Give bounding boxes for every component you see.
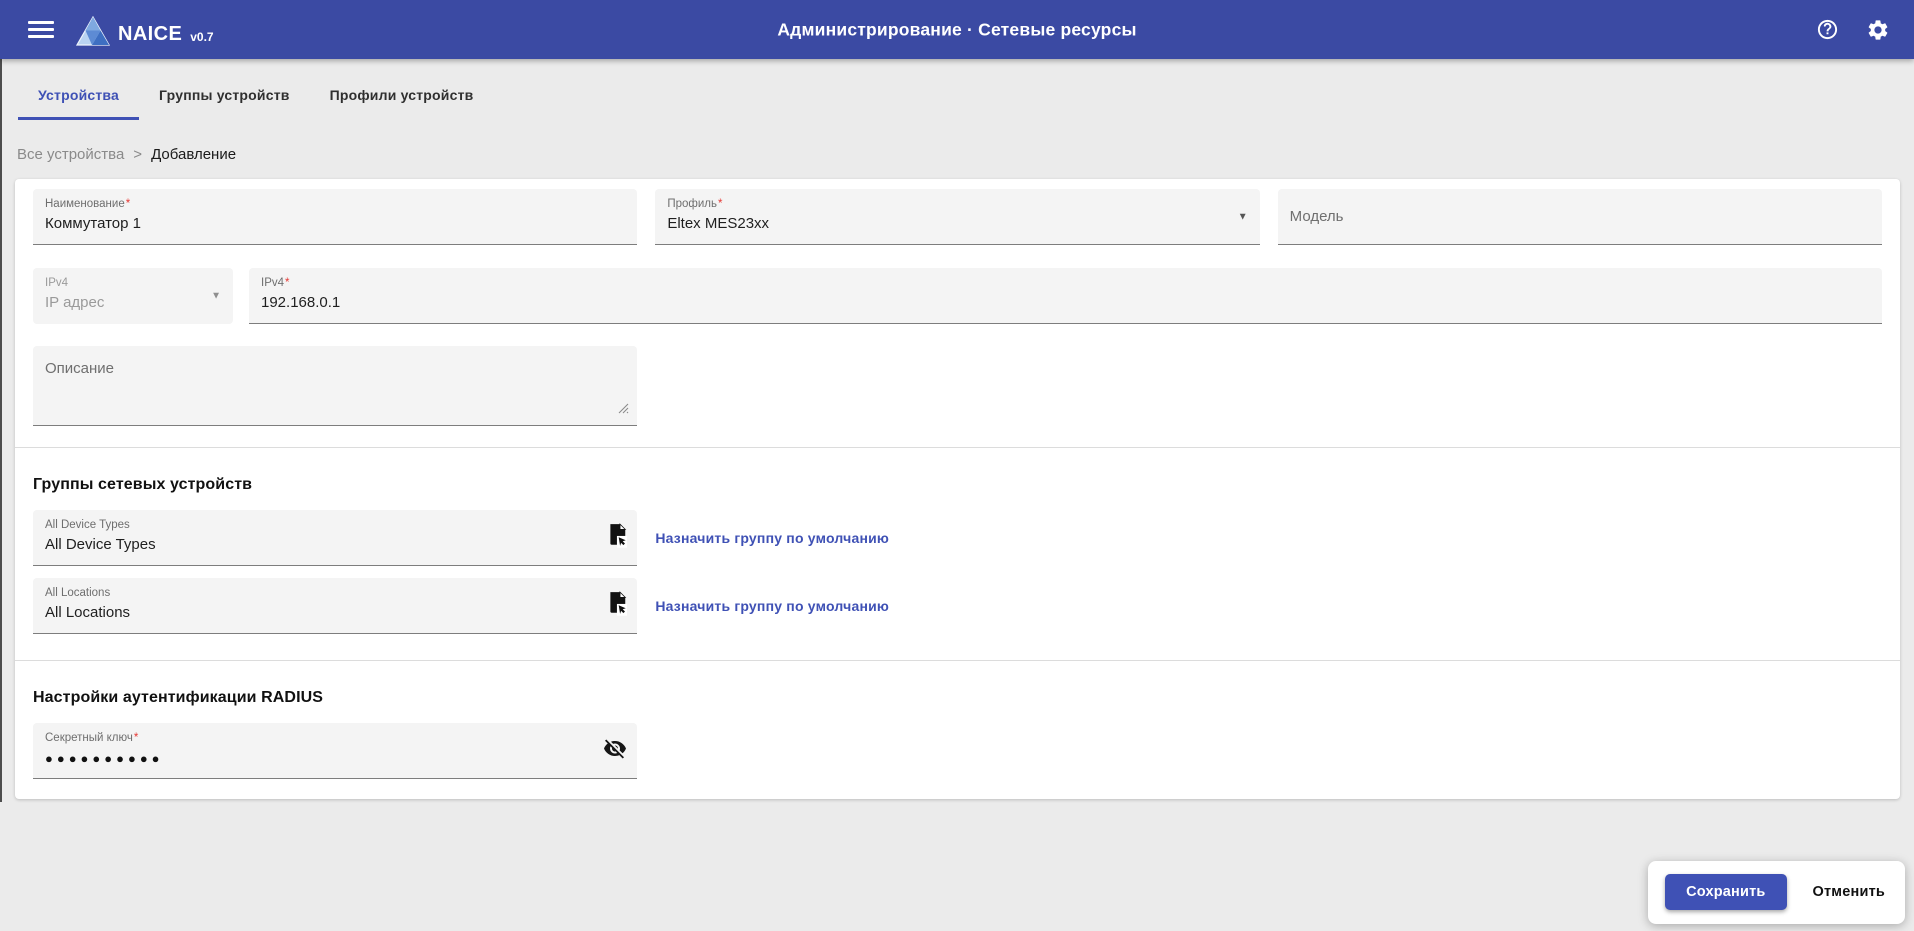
hamburger-menu-icon[interactable]: [28, 21, 54, 38]
ipv4-field[interactable]: IPv4* 192.168.0.1: [249, 268, 1882, 324]
form-row-1: Наименование* Коммутатор 1 Профиль* Elte…: [33, 189, 1882, 245]
ip-type-select[interactable]: IPv4 IP адрес ▼: [33, 268, 233, 324]
locations-label: All Locations: [45, 587, 110, 599]
form-actions-panel: Сохранить Отменить: [1648, 861, 1905, 924]
resize-handle-icon[interactable]: [616, 401, 629, 419]
dropdown-arrow-icon[interactable]: ▼: [211, 291, 221, 302]
description-placeholder: Описание: [45, 360, 625, 377]
brand-name: NAICE: [118, 24, 182, 44]
eye-off-icon[interactable]: [603, 736, 627, 765]
brand: NAICE v0.7: [76, 16, 214, 44]
device-types-value: All Device Types: [45, 536, 593, 553]
secret-key-masked-value: ●●●●●●●●●●: [45, 751, 625, 766]
description-textarea[interactable]: Описание: [33, 346, 637, 426]
device-types-group-field[interactable]: All Device Types All Device Types: [33, 510, 637, 566]
assign-from-list-icon[interactable]: [606, 523, 627, 553]
group-row-device-types: All Device Types All Device Types Назнач…: [33, 510, 1882, 566]
secret-key-label: Секретный ключ: [45, 732, 133, 744]
tab-device-groups[interactable]: Группы устройств: [139, 59, 310, 120]
name-field[interactable]: Наименование* Коммутатор 1: [33, 189, 637, 245]
required-asterisk: *: [134, 732, 138, 744]
name-field-value: Коммутатор 1: [45, 215, 625, 232]
page-title: Администрирование · Сетевые ресурсы: [777, 19, 1136, 40]
required-asterisk: *: [126, 198, 130, 210]
group-row-locations: All Locations All Locations Назначить гр…: [33, 578, 1882, 634]
device-types-label: All Device Types: [45, 519, 130, 531]
breadcrumb-current: Добавление: [151, 146, 236, 163]
assign-default-group-link[interactable]: Назначить группу по умолчанию: [655, 598, 889, 614]
model-field-placeholder: Модель: [1290, 208, 1344, 225]
brand-version: v0.7: [190, 31, 213, 44]
section-divider: [15, 660, 1900, 661]
model-field[interactable]: Модель: [1278, 189, 1882, 245]
window-edge: [0, 59, 2, 802]
assign-default-group-link[interactable]: Назначить группу по умолчанию: [655, 530, 889, 546]
profile-field-label: Профиль: [667, 198, 717, 210]
tab-device-profiles[interactable]: Профили устройств: [310, 59, 494, 120]
app-bar-actions: [1815, 18, 1890, 42]
device-form-card: Наименование* Коммутатор 1 Профиль* Elte…: [15, 179, 1900, 799]
tab-bar: Устройства Группы устройств Профили устр…: [0, 59, 1914, 120]
ip-type-label: IPv4: [45, 277, 68, 289]
form-row-2: IPv4 IP адрес ▼ IPv4* 192.168.0.1: [33, 268, 1882, 324]
name-field-label: Наименование: [45, 198, 125, 210]
breadcrumb: Все устройства > Добавление: [17, 146, 1914, 163]
profile-select[interactable]: Профиль* Eltex MES23xx ▼: [655, 189, 1259, 245]
cancel-button[interactable]: Отменить: [1813, 884, 1885, 900]
section-divider: [15, 447, 1900, 448]
ip-type-value: IP адрес: [45, 294, 221, 311]
breadcrumb-all-devices[interactable]: Все устройства: [17, 146, 124, 163]
radius-section-title: Настройки аутентификации RADIUS: [33, 689, 1882, 707]
settings-gear-icon[interactable]: [1866, 18, 1890, 42]
breadcrumb-separator: >: [133, 146, 142, 163]
groups-section-title: Группы сетевых устройств: [33, 476, 1882, 494]
tab-devices[interactable]: Устройства: [18, 59, 139, 120]
help-icon[interactable]: [1815, 18, 1839, 42]
secret-key-field[interactable]: Секретный ключ* ●●●●●●●●●●: [33, 723, 637, 779]
dropdown-arrow-icon[interactable]: ▼: [1238, 211, 1248, 222]
naice-logo-icon: [76, 16, 110, 46]
locations-value: All Locations: [45, 604, 593, 621]
assign-from-list-icon[interactable]: [606, 591, 627, 621]
ipv4-field-value: 192.168.0.1: [261, 294, 1870, 311]
app-bar: NAICE v0.7 Администрирование · Сетевые р…: [0, 0, 1914, 59]
ipv4-field-label: IPv4: [261, 277, 284, 289]
save-button[interactable]: Сохранить: [1665, 874, 1786, 910]
required-asterisk: *: [718, 198, 722, 210]
required-asterisk: *: [285, 277, 289, 289]
profile-field-value: Eltex MES23xx: [667, 215, 1247, 232]
locations-group-field[interactable]: All Locations All Locations: [33, 578, 637, 634]
